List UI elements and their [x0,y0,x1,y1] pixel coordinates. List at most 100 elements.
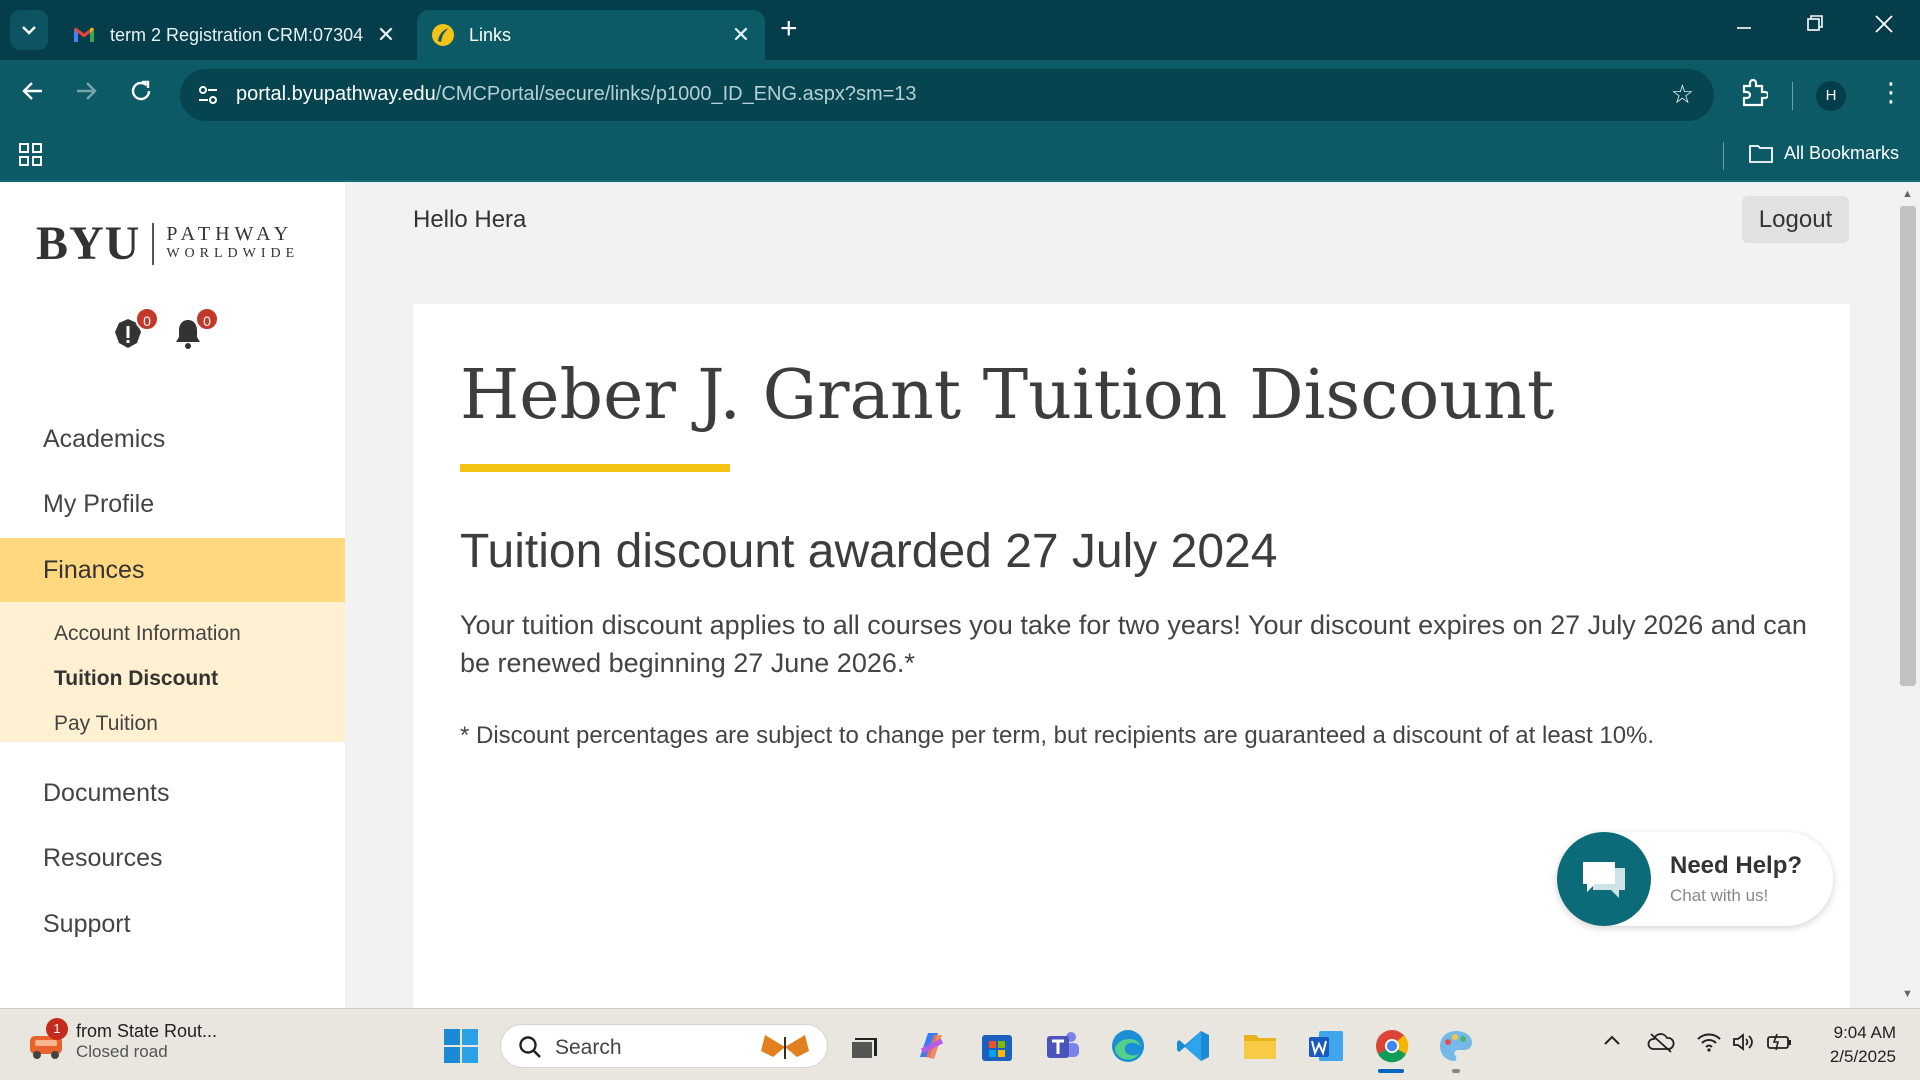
butterfly-icon [761,1035,809,1059]
teams-icon[interactable] [1044,1027,1082,1065]
windows-start-icon[interactable] [443,1028,479,1064]
taskbar-clock[interactable]: 9:04 AM 2/5/2025 [1810,1021,1896,1069]
search-icon [519,1036,541,1058]
address-bar[interactable]: portal.byupathway.edu/CMCPortal/secure/l… [180,69,1714,121]
onedrive-offline-icon[interactable] [1647,1031,1675,1059]
microsoft-store-icon[interactable] [978,1027,1016,1065]
nav-item-finances[interactable]: Finances [0,538,345,602]
subnav-item-pay-tuition[interactable]: Pay Tuition [54,712,158,736]
nav-item-resources[interactable]: Resources [0,827,345,889]
scrollbar-thumb[interactable] [1900,206,1916,686]
volume-icon[interactable] [1731,1031,1755,1059]
notifications-count-badge: 0 [195,307,219,331]
reload-button[interactable] [128,78,154,112]
taskbar-search-label: Search [555,1036,622,1059]
logo-divider [152,222,155,265]
subnav-item-account-information[interactable]: Account Information [54,622,241,646]
scroll-down-icon[interactable]: ▼ [1902,988,1913,1000]
nav-item-academics[interactable]: Academics [0,408,345,470]
chevron-down-icon [22,26,36,35]
word-icon[interactable] [1307,1027,1345,1065]
nav-item-documents[interactable]: Documents [0,762,345,824]
profile-avatar[interactable]: H [1816,81,1846,111]
logo-line-1: PATHWAY [166,222,294,245]
url-host: portal.byupathway.edu [236,83,436,105]
gmail-icon [74,27,94,42]
copilot-icon[interactable] [912,1027,950,1065]
logo-line-2: WORLDWIDE [166,245,300,261]
tab-title: Links [469,24,512,45]
show-hidden-icons-icon[interactable] [1602,1031,1622,1057]
edge-icon[interactable] [1109,1027,1147,1065]
discount-awarded-heading: Tuition discount awarded 27 July 2024 [460,525,1278,578]
taskbar-search[interactable]: Search [500,1024,828,1068]
task-view-icon[interactable] [846,1027,884,1065]
weather-line-2: Closed road [76,1042,168,1061]
title-underline [460,464,730,472]
paint-running-indicator [1452,1069,1460,1073]
arrow-right-icon [77,82,97,100]
all-bookmarks-button[interactable]: All Bookmarks [1748,142,1899,164]
windows-taskbar: 1 from State Rout... Closed road Search [0,1008,1920,1080]
weather-badge: 1 [46,1017,68,1040]
byu-pathway-logo[interactable]: BYU PATHWAY WORLDWIDE [36,216,299,271]
alerts-button[interactable]: 0 [111,307,159,351]
reload-icon [131,80,151,101]
file-explorer-icon[interactable] [1241,1027,1279,1065]
battery-icon[interactable] [1765,1031,1793,1059]
alerts-count-badge: 0 [135,307,159,331]
need-help-title: Need Help? [1670,852,1803,879]
chrome-active-indicator [1378,1069,1404,1073]
chrome-icon[interactable] [1373,1027,1411,1065]
logout-button[interactable]: Logout [1742,196,1849,243]
tab-title: term 2 Registration CRM:07304 [110,24,364,45]
byu-pathway-favicon-icon [432,24,454,46]
need-help-chat-widget[interactable]: Need Help? Chat with us! [1557,832,1833,926]
finances-subnav: Account Information Tuition Discount Pay… [0,602,345,742]
close-window-icon[interactable] [1874,12,1894,43]
clock-time: 9:04 AM [1833,1023,1896,1042]
page-title: Heber J. Grant Tuition Discount [460,356,1555,435]
tab-links[interactable]: Links ✕ [417,10,765,60]
apps-grid-icon[interactable] [18,142,44,168]
page-scrollbar[interactable]: ▲ ▼ [1896,182,1920,1008]
site-info-icon[interactable] [196,83,220,107]
url-path: /CMCPortal/secure/links/p1000_ID_ENG.asp… [435,83,917,105]
discount-footnote: * Discount percentages are subject to ch… [460,722,1655,749]
logo-pathway-text: PATHWAY WORLDWIDE [166,224,299,264]
nav-item-my-profile[interactable]: My Profile [0,473,345,535]
extensions-icon[interactable] [1740,78,1770,113]
close-tab-icon[interactable]: ✕ [731,22,751,48]
arrow-left-icon [22,82,42,100]
traffic-alert-icon: 1 [26,1017,68,1062]
weather-line-1: from State Rout... [76,1021,218,1041]
clock-date: 2/5/2025 [1829,1047,1896,1066]
tab-gmail[interactable]: term 2 Registration CRM:07304 ✕ [58,10,410,60]
browser-toolbar: portal.byupathway.edu/CMCPortal/secure/l… [0,60,1920,130]
toolbar-separator [1792,82,1793,110]
url-text: portal.byupathway.edu/CMCPortal/secure/l… [236,83,917,106]
back-button[interactable] [20,78,46,112]
scroll-up-icon[interactable]: ▲ [1902,188,1913,200]
browser-menu-icon[interactable]: ⋮ [1878,77,1904,108]
sidebar: BYU PATHWAY WORLDWIDE 0 0 Academics My P… [0,182,345,1008]
minimize-icon[interactable] [1735,12,1753,43]
chat-bubble-icon [1557,832,1651,926]
vscode-icon[interactable] [1175,1027,1213,1065]
folder-icon [1749,145,1773,163]
forward-button[interactable] [73,78,99,112]
new-tab-button[interactable]: + [780,14,798,44]
close-tab-icon[interactable]: ✕ [376,22,396,48]
subnav-item-tuition-discount[interactable]: Tuition Discount [54,667,218,691]
weather-widget[interactable]: 1 from State Rout... Closed road [26,1017,218,1062]
notifications-button[interactable]: 0 [171,307,219,351]
bookmarks-separator [1723,142,1724,170]
nav-item-support[interactable]: Support [0,893,345,955]
restore-icon[interactable] [1806,12,1824,43]
wifi-icon[interactable] [1696,1031,1722,1059]
browser-tab-strip: term 2 Registration CRM:07304 ✕ Links ✕ … [0,0,1920,60]
tab-search-button[interactable] [10,10,48,50]
paint-icon[interactable] [1437,1027,1475,1065]
bookmark-star-icon[interactable]: ☆ [1671,79,1694,110]
bookmarks-bar: All Bookmarks [0,130,1920,182]
